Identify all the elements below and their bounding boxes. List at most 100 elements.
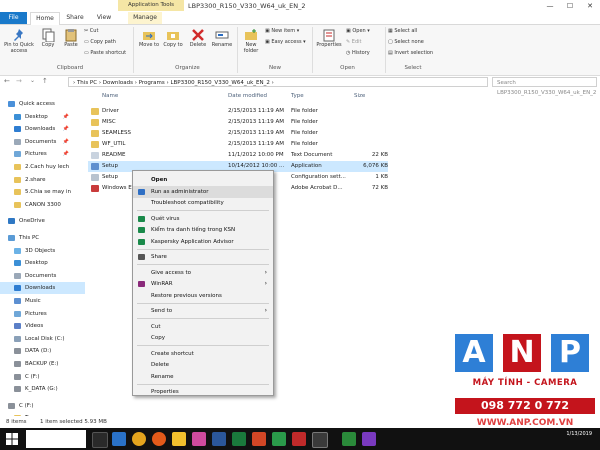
nav-item[interactable]: 5.Chia se may in (0, 186, 85, 198)
firefox-icon[interactable] (152, 432, 166, 446)
properties-button[interactable]: Properties (315, 28, 343, 48)
nav-item[interactable]: Desktop 📌 (0, 111, 85, 123)
column-header-size[interactable]: Size (354, 93, 365, 99)
pin-icon[interactable]: 📌 (63, 148, 69, 160)
delete-button[interactable]: Delete (187, 28, 209, 48)
pin-icon[interactable]: 📌 (63, 123, 69, 135)
menu-item[interactable]: Quét virus (133, 213, 273, 225)
nav-item[interactable]: Downloads (0, 282, 85, 295)
minimize-button[interactable]: — (540, 0, 560, 12)
file-row[interactable]: Driver 2/15/2013 11:19 AM File folder (88, 106, 388, 117)
nav-item[interactable]: CANON 3300 (0, 199, 85, 211)
menu-item[interactable]: Properties (133, 386, 273, 398)
file-row[interactable]: MISC 2/15/2013 11:19 AM File folder (88, 117, 388, 128)
file-row[interactable]: README 11/1/2012 10:00 PM Text Document 22 … (88, 150, 388, 161)
column-header-type[interactable]: Type (291, 93, 304, 99)
menu-item[interactable]: Copy (133, 332, 273, 344)
menu-item[interactable]: Give access to › (133, 267, 273, 279)
menu-item[interactable]: Send to › (133, 305, 273, 317)
nav-item[interactable]: BACKUP (E:) (0, 358, 85, 370)
excel-icon[interactable] (232, 432, 246, 446)
nav-item[interactable]: Documents 📌 (0, 136, 85, 148)
task-view-icon[interactable] (92, 432, 108, 448)
windows-start-icon[interactable] (6, 433, 18, 445)
paste-button[interactable]: Paste (60, 28, 82, 48)
open-button[interactable]: ▣ Open ▾ (346, 28, 370, 34)
up-arrow-icon[interactable]: ↑ (42, 77, 48, 85)
paste-shortcut-button[interactable]: ▭ Paste shortcut (84, 50, 126, 56)
word-icon[interactable] (212, 432, 226, 446)
new-item-button[interactable]: ▣ New item ▾ (265, 28, 299, 34)
powerpoint-icon[interactable] (252, 432, 266, 446)
nav-item[interactable]: Videos (0, 320, 85, 332)
column-header-name[interactable]: Name (102, 93, 118, 99)
file-explorer-icon[interactable] (172, 432, 186, 446)
nav-item[interactable]: Documents (0, 270, 85, 282)
menu-item[interactable]: Cut (133, 321, 273, 333)
menu-item[interactable]: Share (133, 251, 273, 263)
search-input[interactable]: Search LBP3300_R150_V330_W64_uk_EN_2 (492, 77, 597, 96)
app-icon-2[interactable] (272, 432, 286, 446)
easy-access-button[interactable]: ▣ Easy access ▾ (265, 39, 306, 45)
rename-button[interactable]: Rename (210, 28, 234, 48)
taskbar-search-input[interactable] (26, 430, 86, 448)
tab-file[interactable]: File (0, 12, 27, 24)
invert-selection-button[interactable]: ▤ Invert selection (388, 50, 433, 56)
nav-item[interactable]: C (F:) (0, 371, 85, 383)
tab-home[interactable]: Home (30, 12, 60, 25)
menu-item[interactable]: Kaspersky Application Advisor (133, 236, 273, 248)
forward-arrow-icon[interactable]: → (16, 77, 22, 85)
nav-item[interactable]: Music (0, 295, 85, 307)
tab-manage[interactable]: Manage (128, 12, 162, 24)
copy-button[interactable]: Copy (38, 28, 58, 48)
menu-item[interactable]: Delete (133, 359, 273, 371)
nav-item[interactable]: K_DATA (G:) (0, 383, 85, 395)
pin-icon[interactable]: 📌 (63, 111, 69, 123)
edit-button[interactable]: ✎ Edit (346, 39, 361, 45)
menu-item[interactable]: Rename (133, 371, 273, 383)
file-row[interactable]: WF_UTIL 2/15/2013 11:19 AM File folder (88, 139, 388, 150)
tab-share[interactable]: Share (62, 12, 88, 24)
select-none-button[interactable]: ▢ Select none (388, 39, 424, 45)
menu-item[interactable]: Create shortcut (133, 348, 273, 360)
nav-item[interactable]: Local Disk (C:) (0, 333, 85, 345)
copy-to-button[interactable]: Copy to (162, 28, 184, 48)
app-icon-4[interactable] (312, 432, 328, 448)
app-icon-1[interactable] (192, 432, 206, 446)
nav-item[interactable]: OneDrive (0, 215, 85, 227)
tab-view[interactable]: View (92, 12, 116, 24)
new-folder-button[interactable]: New folder (240, 28, 262, 54)
pin-icon[interactable]: 📌 (63, 136, 69, 148)
nav-item[interactable]: Quick access (0, 98, 85, 110)
cut-button[interactable]: ✂ Cut (84, 28, 98, 34)
menu-item[interactable]: WinRAR › (133, 278, 273, 290)
nav-item[interactable]: C (F:) (0, 400, 85, 412)
nav-item[interactable]: 2.Cach huy lech (0, 161, 85, 173)
menu-item[interactable]: Kiểm tra danh tiếng trong KSN (133, 224, 273, 236)
nav-item[interactable]: DATA (D:) (0, 345, 85, 357)
select-all-button[interactable]: ▦ Select all (388, 28, 417, 34)
history-button[interactable]: ◷ History (346, 50, 370, 56)
nav-item[interactable]: Pictures (0, 308, 85, 320)
copy-path-button[interactable]: ▭ Copy path (84, 39, 116, 45)
menu-item[interactable]: Open (133, 174, 273, 186)
back-arrow-icon[interactable]: ← (4, 77, 10, 85)
file-row[interactable]: SEAMLESS 2/15/2013 11:19 AM File folder (88, 128, 388, 139)
nav-item[interactable]: Desktop (0, 257, 85, 269)
nav-item[interactable]: Downloads 📌 (0, 123, 85, 135)
app-icon-3[interactable] (292, 432, 306, 446)
close-button[interactable]: ✕ (580, 0, 600, 12)
address-field[interactable]: › This PC › Downloads › Programs › LBP33… (68, 77, 488, 87)
menu-item[interactable]: Restore previous versions (133, 290, 273, 302)
app-icon-6[interactable] (362, 432, 376, 446)
app-icon-5[interactable] (342, 432, 356, 446)
nav-item[interactable]: 3D Objects (0, 245, 85, 257)
column-header-date[interactable]: Date modified (228, 93, 267, 99)
nav-item[interactable]: This PC (0, 232, 85, 244)
move-to-button[interactable]: Move to (138, 28, 160, 48)
nav-item[interactable]: Pictures 📌 (0, 148, 85, 160)
pin-quick-access-button[interactable]: Pin to Quick access (2, 28, 36, 54)
nav-item[interactable]: 2.share (0, 174, 85, 186)
edge-icon[interactable] (112, 432, 126, 446)
chrome-icon[interactable] (132, 432, 146, 446)
